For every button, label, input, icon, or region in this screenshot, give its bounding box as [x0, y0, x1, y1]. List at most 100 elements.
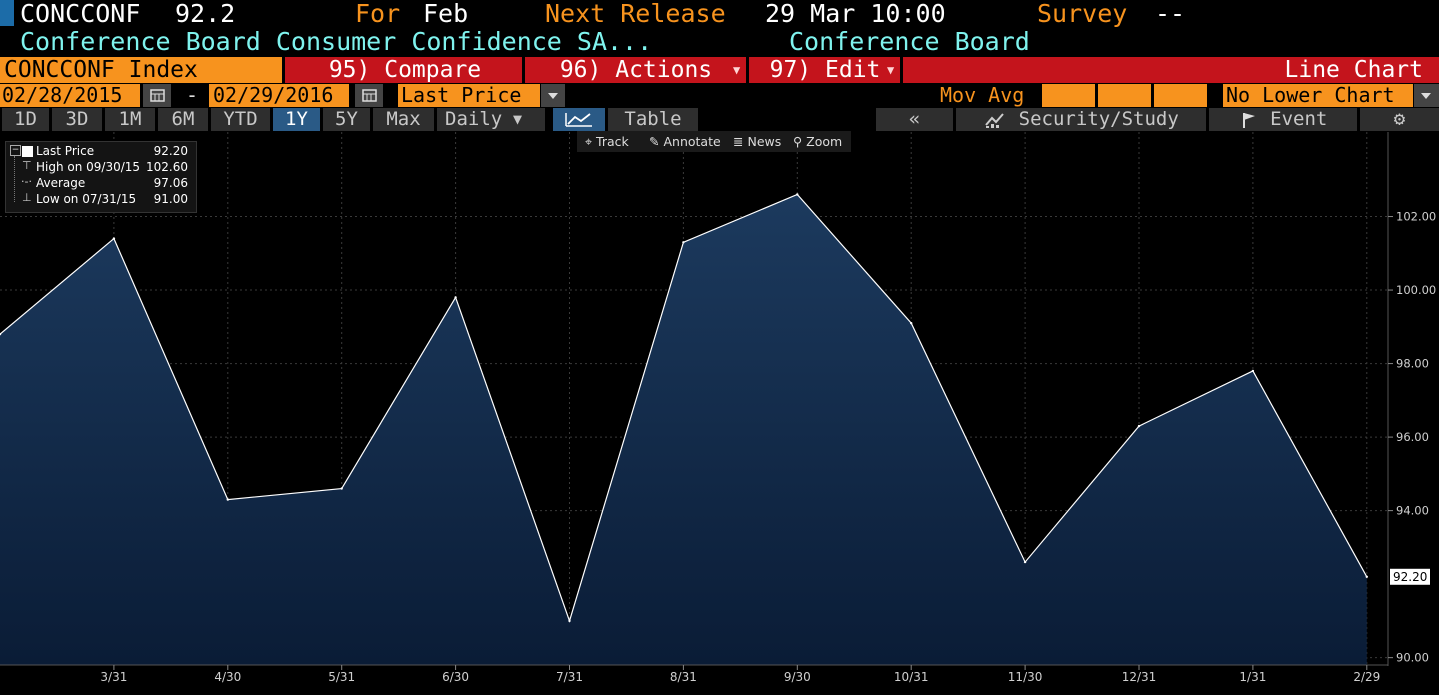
next-release-label: Next Release [545, 0, 726, 28]
end-date-input[interactable]: 02/29/2016 [209, 84, 349, 107]
period-row: 1D 3D 1M 6M YTD 1Y 5Y Max Daily ▼ Table … [0, 108, 1439, 132]
period-max-button[interactable]: Max [373, 108, 434, 131]
magnifier-icon: ⚲ [793, 134, 803, 149]
annotate-label: Annotate [663, 134, 721, 149]
survey-value: -- [1155, 0, 1186, 28]
actions-caret-icon: ▼ [733, 63, 741, 77]
x-tick-label: 4/30 [214, 670, 241, 684]
data-point [1251, 369, 1255, 373]
description-row: Conference Board Consumer Confidence SA.… [0, 28, 1439, 56]
chart-type-menu[interactable]: Line Chart [903, 57, 1423, 83]
legend-tree-line [14, 156, 16, 202]
survey-label: Survey [1037, 0, 1128, 28]
field-select[interactable]: Last Price [398, 84, 540, 107]
period-1y-button[interactable]: 1Y [273, 108, 320, 131]
actions-menu[interactable]: 96) Actions [525, 57, 747, 83]
security-study-button[interactable]: Security/Study [956, 108, 1206, 131]
period-6m-button[interactable]: 6M [158, 108, 208, 131]
mov-avg-input-1[interactable] [1042, 84, 1095, 107]
x-tick-label: 10/31 [894, 670, 929, 684]
last-value-tag-text: 92.20 [1393, 570, 1427, 584]
annotate-tool[interactable]: ✎ Annotate [649, 131, 721, 152]
collapse-button[interactable]: « [876, 108, 953, 131]
list-icon: ≣ [733, 134, 744, 149]
field-dropdown-button[interactable] [541, 84, 565, 107]
chart-toolbar: ⌖ Track ✎ Annotate ≣ News ⚲ Zoom [577, 131, 851, 152]
study-icon [985, 112, 1004, 128]
x-tick-label: 7/31 [556, 670, 583, 684]
line-chart-toggle[interactable] [553, 108, 605, 131]
lower-chart-dropdown-button[interactable] [1414, 84, 1439, 107]
legend-low-label: Low on 07/31/15 [36, 192, 137, 206]
period-3d-button[interactable]: 3D [52, 108, 102, 131]
zoom-label: Zoom [806, 134, 843, 149]
table-toggle[interactable]: Table [608, 108, 698, 131]
date-dash: - [186, 83, 199, 107]
compare-menu[interactable]: 95) Compare [285, 57, 525, 83]
y-tick-label: 94.00 [1396, 504, 1429, 518]
ticker-marker [0, 0, 14, 26]
period-1d-button[interactable]: 1D [2, 108, 49, 131]
gear-icon: ⚙ [1393, 108, 1406, 130]
for-label: For [355, 0, 401, 28]
start-calendar-button[interactable] [143, 84, 171, 107]
chevron-down-icon [1421, 93, 1431, 99]
average-marker-icon: ·-· [21, 175, 32, 188]
x-tick-label: 2/29 [1353, 670, 1380, 684]
data-point [1365, 575, 1369, 578]
x-tick-label: 12/31 [1122, 670, 1157, 684]
security-header: CONCCONF 92.2 For Feb Next Release 29 Ma… [0, 0, 1439, 28]
news-label: News [747, 134, 782, 149]
edit-menu[interactable]: 97) Edit [749, 57, 901, 83]
security-description: Conference Board Consumer Confidence SA.… [20, 27, 653, 56]
lower-chart-select[interactable]: No Lower Chart [1223, 84, 1413, 107]
legend-average-label: Average [36, 176, 86, 190]
security-study-label: Security/Study [1018, 108, 1179, 130]
news-tool[interactable]: ≣ News [733, 131, 781, 152]
last-value: 92.2 [175, 0, 236, 28]
start-date-input[interactable]: 02/28/2015 [0, 84, 140, 107]
x-tick-label: 9/30 [784, 670, 811, 684]
mov-avg-label: Mov Avg [940, 83, 1025, 107]
line-chart-icon [565, 113, 592, 127]
period-1m-button[interactable]: 1M [105, 108, 155, 131]
data-point [910, 321, 913, 325]
frequency-select[interactable]: Daily ▼ [437, 108, 545, 131]
legend-low-row: Low on 07/31/15 91.00 [36, 192, 188, 207]
settings-button[interactable]: ⚙ [1360, 108, 1439, 131]
chevron-down-icon: ▼ [513, 110, 523, 128]
collapse-legend-icon[interactable]: − [10, 145, 21, 156]
y-tick-label: 102.00 [1396, 210, 1436, 224]
track-tool[interactable]: ⌖ Track [585, 131, 629, 152]
low-marker-icon: ⊥ [22, 191, 32, 204]
period-ytd-button[interactable]: YTD [211, 108, 270, 131]
mov-avg-input-3[interactable] [1154, 84, 1207, 107]
security-field[interactable]: CONCCONF Index [0, 57, 282, 83]
high-marker-icon: ⊤ [22, 159, 32, 172]
mov-avg-input-2[interactable] [1098, 84, 1151, 107]
y-tick-label: 90.00 [1396, 651, 1429, 665]
last-value-tag: 92.20 [1390, 568, 1430, 585]
legend-high-row: High on 09/30/15 102.60 [36, 160, 188, 175]
event-button[interactable]: Event [1209, 108, 1357, 131]
data-point [1137, 424, 1141, 428]
y-tick-label: 100.00 [1396, 283, 1436, 297]
x-tick-label: 5/31 [328, 670, 355, 684]
chart-legend: − Last Price 92.20 ⊤ High on 09/30/15 10… [5, 141, 197, 213]
calendar-icon [362, 89, 377, 102]
data-point [340, 487, 343, 490]
edit-caret-icon: ▼ [887, 63, 895, 77]
chevron-down-icon [548, 93, 558, 99]
end-calendar-button[interactable] [355, 84, 383, 107]
date-range-row: 02/28/2015 - 02/29/2016 Last Price Mov A… [0, 84, 1439, 108]
data-point [682, 241, 685, 244]
line-chart[interactable]: 90.00 94.00 96.00 98.00 100.00 102.00 3/31 4/3… [0, 132, 1439, 695]
zoom-tool[interactable]: ⚲ Zoom [793, 131, 842, 152]
period-5y-button[interactable]: 5Y [323, 108, 370, 131]
data-point [454, 296, 457, 299]
legend-last-value: 92.20 [153, 144, 188, 158]
legend-high-label: High on 09/30/15 [36, 160, 141, 174]
y-axis-ticks: 90.00 94.00 96.00 98.00 100.00 102.00 [1388, 210, 1436, 665]
y-tick-label: 96.00 [1396, 430, 1429, 444]
y-tick-label: 98.00 [1396, 357, 1429, 371]
